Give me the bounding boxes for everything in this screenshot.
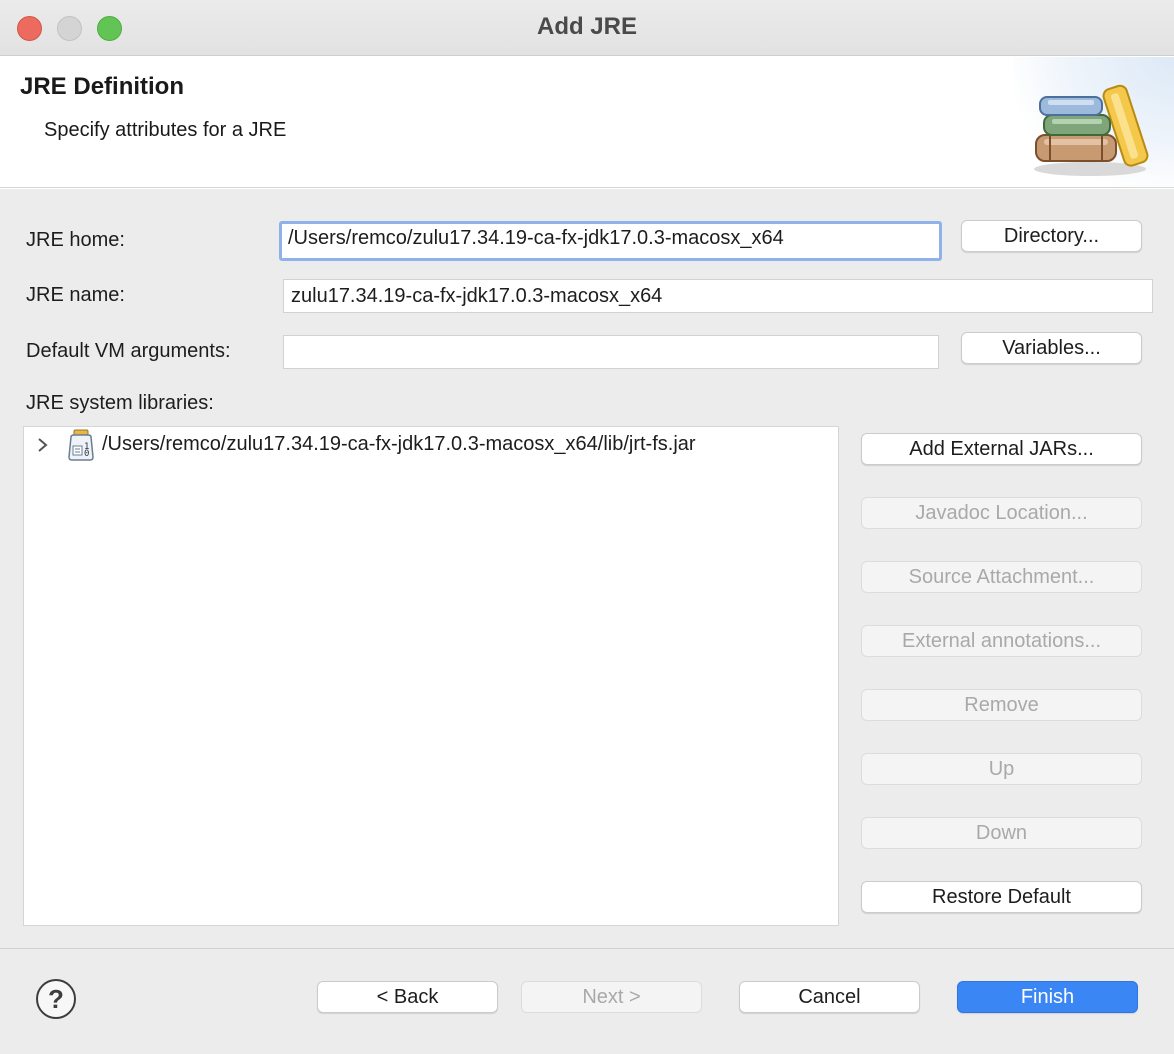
back-button[interactable]: < Back <box>317 981 498 1013</box>
jre-name-input[interactable]: zulu17.34.19-ca-fx-jdk17.0.3-macosx_x64 <box>283 279 1153 313</box>
next-button[interactable]: Next > <box>521 981 702 1013</box>
external-annotations-button[interactable]: External annotations... <box>861 625 1142 657</box>
finish-button[interactable]: Finish <box>957 981 1138 1013</box>
remove-button[interactable]: Remove <box>861 689 1142 721</box>
chevron-right-icon[interactable] <box>36 435 50 455</box>
cancel-button[interactable]: Cancel <box>739 981 920 1013</box>
source-attachment-button[interactable]: Source Attachment... <box>861 561 1142 593</box>
title-bar: Add JRE <box>0 0 1174 56</box>
wizard-content: JRE home: /Users/remco/zulu17.34.19-ca-f… <box>0 189 1174 949</box>
wizard-banner: JRE Definition Specify attributes for a … <box>0 57 1174 188</box>
add-external-jars-button[interactable]: Add External JARs... <box>861 433 1142 465</box>
jre-home-label: JRE home: <box>26 229 125 251</box>
jre-home-input[interactable]: /Users/remco/zulu17.34.19-ca-fx-jdk17.0.… <box>279 221 942 261</box>
page-description: Specify attributes for a JRE <box>44 119 287 141</box>
system-libraries-tree[interactable]: 1 0 /Users/remco/zulu17.34.19-ca-fx-jdk1… <box>23 426 839 926</box>
directory-button[interactable]: Directory... <box>961 220 1142 252</box>
library-books-icon <box>1034 84 1149 176</box>
up-button[interactable]: Up <box>861 753 1142 785</box>
down-button[interactable]: Down <box>861 817 1142 849</box>
tree-item[interactable]: 1 0 /Users/remco/zulu17.34.19-ca-fx-jdk1… <box>24 429 838 461</box>
wizard-footer: ? < Back Next > Cancel Finish <box>0 949 1174 1054</box>
variables-button[interactable]: Variables... <box>961 332 1142 364</box>
library-path[interactable]: /Users/remco/zulu17.34.19-ca-fx-jdk17.0.… <box>102 433 696 456</box>
window-title: Add JRE <box>536 13 637 40</box>
javadoc-location-button[interactable]: Javadoc Location... <box>861 497 1142 529</box>
vm-arguments-label: Default VM arguments: <box>26 340 231 362</box>
jar-icon: 1 0 <box>68 429 94 461</box>
system-libraries-label: JRE system libraries: <box>26 392 214 414</box>
help-icon[interactable]: ? <box>36 979 76 1019</box>
vm-arguments-input[interactable] <box>283 335 939 369</box>
restore-default-button[interactable]: Restore Default <box>861 881 1142 913</box>
svg-text:0: 0 <box>84 449 89 459</box>
page-title: JRE Definition <box>20 73 185 100</box>
jre-name-label: JRE name: <box>26 284 125 306</box>
